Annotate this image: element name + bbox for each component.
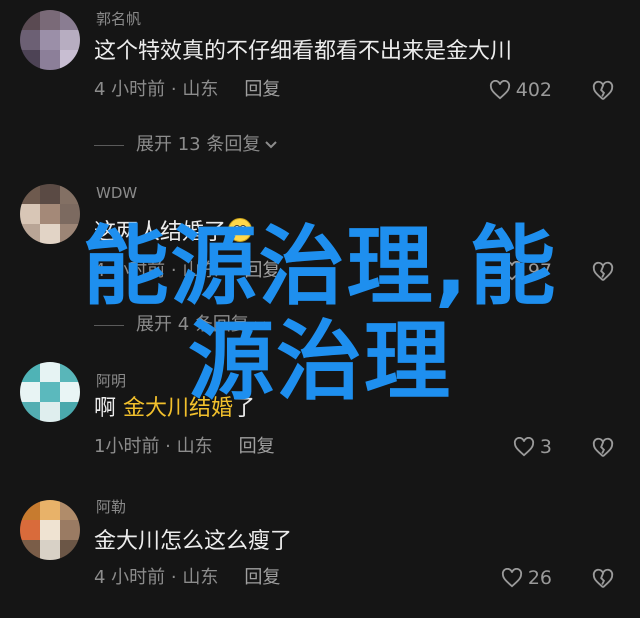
avatar-pixel	[40, 500, 60, 520]
avatar-pixel	[40, 540, 60, 560]
time-location: 4 小时前 · 山东	[94, 567, 219, 588]
avatar-pixel	[20, 382, 40, 402]
reply-button[interactable]: 回复	[239, 436, 275, 457]
avatar-pixel	[40, 520, 60, 540]
avatar[interactable]	[20, 10, 80, 70]
comment-meta: 4 小时前 · 山东 回复	[94, 81, 280, 99]
reply-button[interactable]: 回复	[244, 79, 280, 100]
like-button[interactable]: 26	[501, 568, 552, 588]
chevron-down-icon	[265, 141, 278, 149]
expand-label: 展开 13 条回复	[136, 134, 261, 155]
avatar-pixel	[20, 402, 40, 422]
avatar-pixel	[20, 30, 40, 50]
expand-replies-button[interactable]: 展开 13 条回复	[94, 136, 278, 154]
comment-1: 郭名帆 这个特效真的不仔细看都看不出来是金大川 4 小时前 · 山东 回复 402…	[0, 0, 640, 170]
avatar-pixel	[60, 30, 80, 50]
time-location: 1小时前 · 山东	[94, 436, 213, 457]
avatar-pixel	[60, 520, 80, 540]
avatar-pixel	[40, 50, 60, 70]
avatar-pixel	[60, 184, 80, 204]
heart-outline-icon	[513, 437, 534, 457]
like-count: 402	[515, 78, 552, 101]
avatar-pixel	[20, 204, 40, 224]
like-button[interactable]: 402	[489, 80, 552, 100]
avatar-pixel	[60, 540, 80, 560]
avatar-pixel	[20, 500, 40, 520]
comment-meta: 4 小时前 · 山东 回复	[94, 569, 280, 587]
heart-outline-icon	[501, 568, 522, 588]
avatar-pixel	[60, 50, 80, 70]
avatar-pixel	[60, 10, 80, 30]
watermark-overlay-text: 能源治理,能源治理	[82, 217, 558, 412]
reply-button[interactable]: 回复	[244, 567, 280, 588]
avatar-pixel	[40, 30, 60, 50]
broken-heart-icon[interactable]	[592, 437, 614, 459]
avatar-pixel	[60, 500, 80, 520]
like-count: 3	[539, 435, 552, 458]
comment-text: 这个特效真的不仔细看都看不出来是金大川	[94, 39, 513, 64]
broken-heart-icon[interactable]	[592, 80, 614, 102]
avatar-pixel	[20, 10, 40, 30]
username[interactable]: 阿勒	[96, 496, 126, 517]
avatar-pixel	[20, 520, 40, 540]
comment-text: 金大川怎么这么瘦了	[94, 529, 293, 554]
avatar[interactable]	[20, 500, 80, 560]
avatar-pixel	[40, 184, 60, 204]
time-location: 4 小时前 · 山东	[94, 79, 219, 100]
comment-meta: 1小时前 · 山东 回复	[94, 438, 275, 456]
heart-outline-icon	[489, 80, 510, 100]
divider-line	[94, 144, 124, 146]
avatar-pixel	[20, 50, 40, 70]
avatar-pixel	[20, 362, 40, 382]
broken-heart-icon[interactable]	[592, 568, 614, 590]
avatar-pixel	[20, 184, 40, 204]
avatar-pixel	[20, 540, 40, 560]
username[interactable]: 郭名帆	[96, 8, 141, 29]
like-button[interactable]: 3	[513, 437, 552, 457]
username[interactable]: WDW	[96, 184, 137, 202]
avatar-pixel	[40, 10, 60, 30]
like-count: 26	[527, 566, 552, 589]
avatar-pixel	[20, 224, 40, 244]
comment-4: 阿勒 金大川怎么这么瘦了 4 小时前 · 山东 回复 26	[0, 490, 640, 618]
